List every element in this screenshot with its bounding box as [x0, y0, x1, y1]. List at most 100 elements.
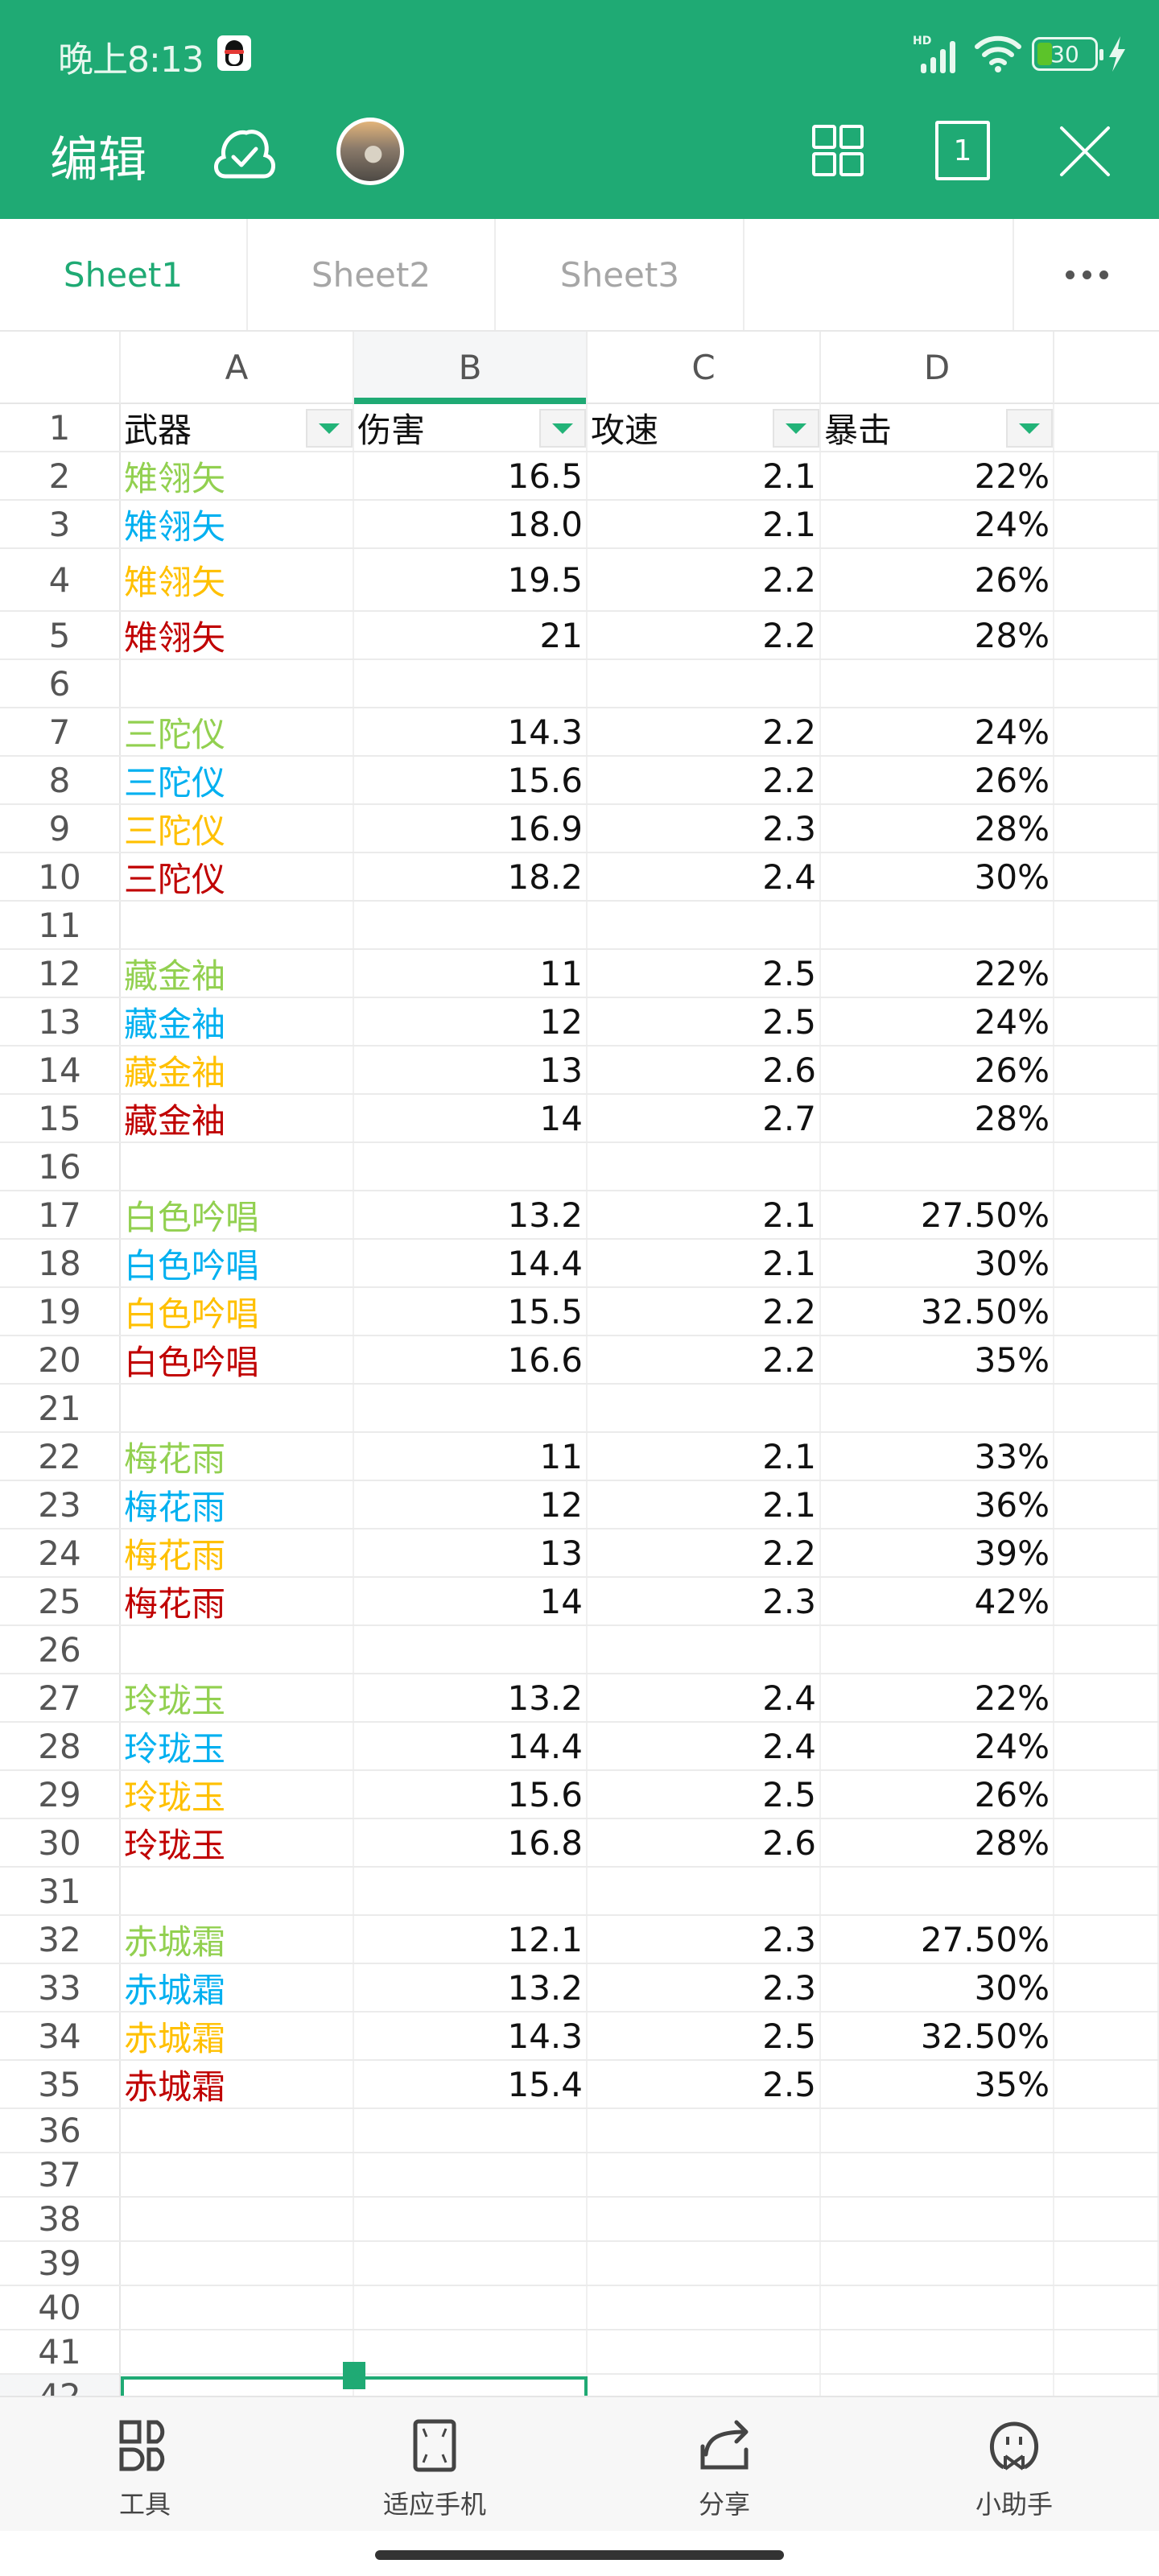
cell-empty[interactable] — [1054, 501, 1159, 547]
cell-weapon[interactable]: 赤城霜 — [121, 1964, 354, 2011]
cell-damage[interactable]: 15.6 — [354, 757, 588, 803]
cell-speed[interactable]: 2.5 — [588, 950, 821, 997]
column-header-e[interactable] — [1054, 332, 1159, 404]
cell-weapon[interactable] — [121, 660, 354, 707]
row-number[interactable]: 7 — [0, 708, 121, 755]
row-number[interactable]: 36 — [0, 2109, 121, 2152]
edit-title[interactable]: 编辑 — [50, 121, 146, 191]
row-number[interactable]: 17 — [0, 1191, 121, 1238]
row-number[interactable]: 38 — [0, 2198, 121, 2240]
cell-speed[interactable]: 2.2 — [588, 1530, 821, 1576]
cell-crit[interactable]: 24% — [821, 998, 1054, 1045]
cell-crit[interactable] — [821, 2375, 1054, 2396]
column-header-a[interactable]: A — [121, 332, 354, 404]
cell-crit[interactable]: 24% — [821, 501, 1054, 547]
row-number[interactable]: 19 — [0, 1288, 121, 1335]
cell-speed[interactable]: 2.7 — [588, 1095, 821, 1141]
cell-crit[interactable]: 30% — [821, 1240, 1054, 1286]
cell-crit[interactable]: 30% — [821, 853, 1054, 900]
cell-weapon[interactable]: 雉翎矢 — [121, 501, 354, 547]
cell-empty[interactable] — [1054, 1868, 1159, 1914]
cell-weapon[interactable] — [121, 2242, 354, 2285]
row-number[interactable]: 8 — [0, 757, 121, 803]
row-number[interactable]: 11 — [0, 902, 121, 948]
cell-damage[interactable]: 11 — [354, 1433, 588, 1480]
cell-damage[interactable] — [354, 2198, 588, 2240]
cell-weapon[interactable]: 梅花雨 — [121, 1530, 354, 1576]
cell-crit[interactable]: 28% — [821, 805, 1054, 852]
cell-empty[interactable] — [1054, 549, 1159, 610]
cell-empty[interactable] — [1054, 1481, 1159, 1528]
cell-speed[interactable] — [588, 2153, 821, 2196]
row-number[interactable]: 2 — [0, 452, 121, 499]
cell-speed[interactable] — [588, 1143, 821, 1190]
home-indicator[interactable] — [375, 2550, 784, 2560]
row-number[interactable]: 1 — [0, 404, 121, 451]
cell-crit[interactable]: 26% — [821, 549, 1054, 610]
cell-empty[interactable] — [1054, 1240, 1159, 1286]
cell-empty[interactable] — [1054, 757, 1159, 803]
cell-damage[interactable] — [354, 1626, 588, 1673]
row-number[interactable]: 5 — [0, 612, 121, 658]
more-dots-icon[interactable] — [1013, 219, 1159, 330]
column-header-d[interactable]: D — [821, 332, 1054, 404]
cloud-synced-icon[interactable] — [211, 121, 278, 185]
cell-speed[interactable]: 2.1 — [588, 1240, 821, 1286]
cell-weapon[interactable] — [121, 2109, 354, 2152]
row-number[interactable]: 28 — [0, 1723, 121, 1769]
cell-empty[interactable] — [1054, 1771, 1159, 1818]
select-all-corner[interactable] — [0, 332, 121, 404]
cell-damage[interactable] — [354, 2153, 588, 2196]
row-number[interactable]: 6 — [0, 660, 121, 707]
cell-empty[interactable] — [1054, 1626, 1159, 1673]
cell-speed[interactable]: 2.1 — [588, 1191, 821, 1238]
cell-damage[interactable]: 14.3 — [354, 2013, 588, 2059]
row-number[interactable]: 20 — [0, 1336, 121, 1383]
close-icon[interactable] — [1059, 126, 1111, 177]
row-number[interactable]: 33 — [0, 1964, 121, 2011]
row-number[interactable]: 29 — [0, 1771, 121, 1818]
cell-speed[interactable] — [588, 660, 821, 707]
cell-weapon[interactable]: 藏金袖 — [121, 1095, 354, 1141]
row-number[interactable]: 39 — [0, 2242, 121, 2285]
cell-damage[interactable]: 14 — [354, 1095, 588, 1141]
cell-weapon[interactable]: 三陀仪 — [121, 853, 354, 900]
cell-weapon[interactable] — [121, 1626, 354, 1673]
cell-crit[interactable] — [821, 1868, 1054, 1914]
row-number[interactable]: 3 — [0, 501, 121, 547]
cell-empty[interactable] — [1054, 2375, 1159, 2396]
cell-weapon[interactable]: 雉翎矢 — [121, 612, 354, 658]
cell-empty[interactable] — [1054, 2109, 1159, 2152]
cell-empty[interactable] — [1054, 1046, 1159, 1093]
cell-weapon[interactable]: 梅花雨 — [121, 1433, 354, 1480]
cell-crit[interactable]: 39% — [821, 1530, 1054, 1576]
cell-empty[interactable] — [1054, 2330, 1159, 2373]
cell-speed[interactable]: 2.4 — [588, 1723, 821, 1769]
cell-crit[interactable] — [821, 1143, 1054, 1190]
cell-crit[interactable] — [821, 902, 1054, 948]
cell-crit[interactable]: 35% — [821, 2061, 1054, 2107]
cell-damage[interactable] — [354, 2286, 588, 2329]
cell-weapon[interactable]: 玲珑玉 — [121, 1723, 354, 1769]
cell-weapon[interactable]: 玲珑玉 — [121, 1819, 354, 1866]
cell-empty[interactable] — [1054, 708, 1159, 755]
cell-damage[interactable]: 14.4 — [354, 1240, 588, 1286]
cell-crit[interactable] — [821, 1385, 1054, 1431]
cell-damage[interactable] — [354, 660, 588, 707]
cell-empty[interactable] — [1054, 1191, 1159, 1238]
cell-weapon[interactable]: 赤城霜 — [121, 2061, 354, 2107]
cell-weapon[interactable]: 藏金袖 — [121, 1046, 354, 1093]
tab-sheet3[interactable]: Sheet3 — [497, 219, 744, 330]
cell-weapon[interactable] — [121, 1385, 354, 1431]
cell-weapon[interactable] — [121, 2286, 354, 2329]
row-number[interactable]: 25 — [0, 1578, 121, 1624]
row-number[interactable]: 4 — [0, 549, 121, 610]
header-cell-crit[interactable]: 暴击 — [821, 404, 1054, 451]
cell-empty[interactable] — [1054, 1578, 1159, 1624]
cell-speed[interactable]: 2.1 — [588, 501, 821, 547]
cell-speed[interactable] — [588, 2109, 821, 2152]
cell-speed[interactable]: 2.3 — [588, 1964, 821, 2011]
cell-empty[interactable] — [1054, 2061, 1159, 2107]
row-number[interactable]: 14 — [0, 1046, 121, 1093]
cell-empty[interactable] — [1054, 2242, 1159, 2285]
